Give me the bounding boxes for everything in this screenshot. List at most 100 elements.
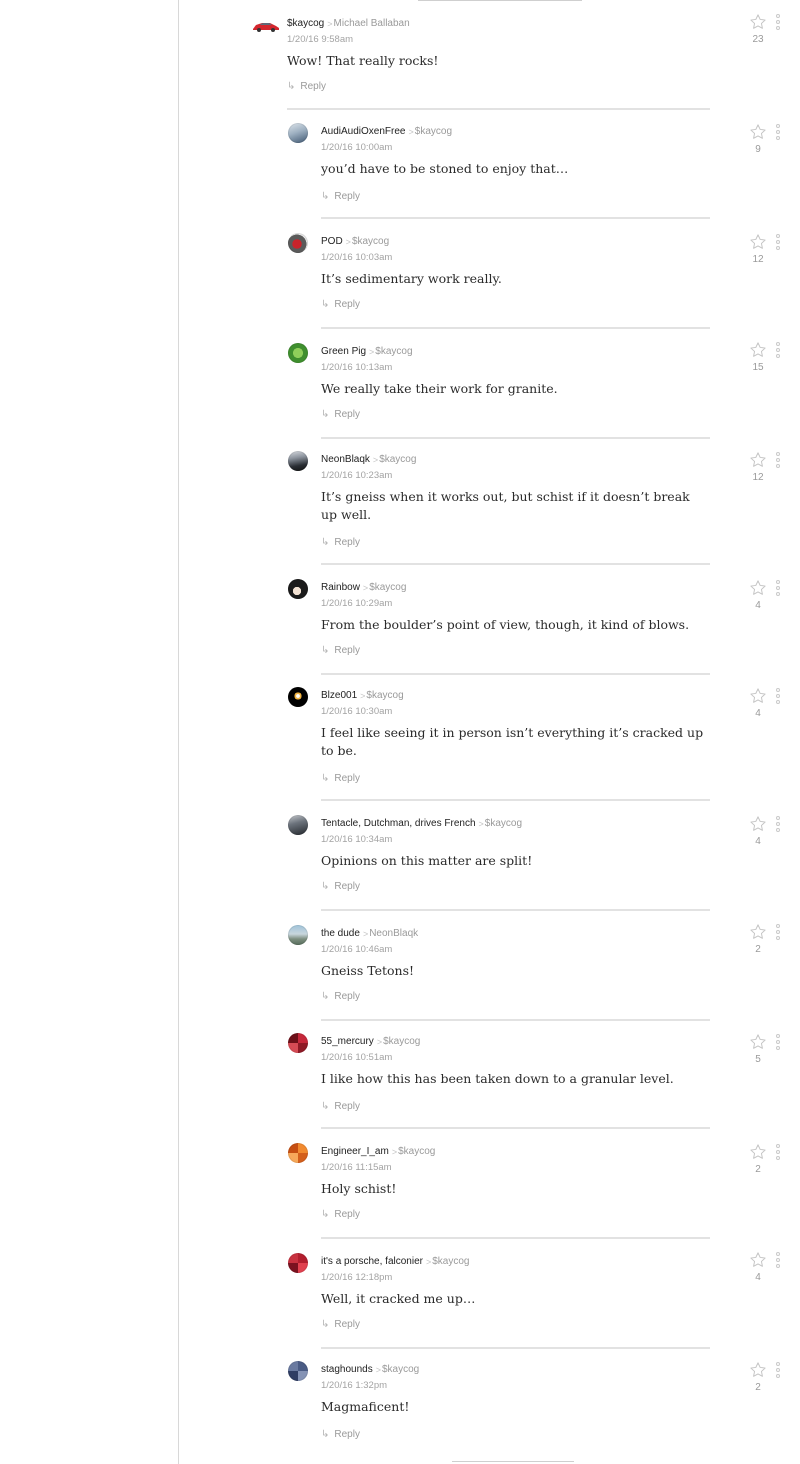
reply-button[interactable]: ↳ Reply [321,1429,360,1440]
more-menu-button[interactable] [776,580,780,598]
comment-author[interactable]: AudiAudiOxenFree [321,126,406,137]
red-pattern-avatar[interactable] [288,1033,308,1053]
comment-6: Blze001 >$kaycog 1/20/16 10:30am I feel li… [288,687,708,791]
star-button[interactable]: 23 [749,13,767,45]
comment-author[interactable]: Rainbow [321,582,360,593]
more-menu-button[interactable] [776,234,780,252]
star-button[interactable]: 4 [749,815,767,847]
reply-button[interactable]: ↳ Reply [321,537,360,548]
comment-timestamp[interactable]: 1/20/16 10:34am [321,833,522,847]
gray-car-avatar[interactable] [288,815,308,835]
star-button[interactable]: 15 [749,341,767,373]
more-menu-button[interactable] [776,816,780,834]
reply-to-user[interactable]: $kaycog [379,454,416,465]
dark-flame-avatar[interactable] [288,687,308,707]
star-button[interactable]: 2 [749,923,767,955]
dark-car-avatar[interactable] [288,451,308,471]
more-menu-button[interactable] [776,1252,780,1270]
star-button[interactable]: 12 [749,451,767,483]
reply-to-user[interactable]: $kaycog [375,346,412,357]
comment-author[interactable]: the dude [321,928,360,939]
more-menu-button[interactable] [776,924,780,942]
reply-to-user[interactable]: $kaycog [485,818,522,829]
blue-pattern-avatar[interactable] [288,1361,308,1381]
comment-author[interactable]: Blze001 [321,690,357,701]
reply-to-user[interactable]: $kaycog [382,1364,419,1375]
reply-to-user[interactable]: $kaycog [369,582,406,593]
star-button[interactable]: 2 [749,1361,767,1393]
reply-to-user[interactable]: NeonBlaqk [369,928,418,939]
more-menu-button[interactable] [776,1362,780,1380]
comment-timestamp[interactable]: 1/20/16 10:51am [321,1051,420,1065]
star-button[interactable]: 9 [749,123,767,155]
landscape-avatar[interactable] [288,925,308,945]
comment-author[interactable]: 55_mercury [321,1036,374,1047]
comment-author[interactable]: Green Pig [321,346,366,357]
comment-timestamp[interactable]: 1/20/16 10:03am [321,251,392,265]
reply-button[interactable]: ↳ Reply [287,81,326,92]
comment-timestamp[interactable]: 1/20/16 12:18pm [321,1271,469,1285]
red-car-avatar[interactable] [288,233,308,253]
reply-to-user[interactable]: $kaycog [432,1256,469,1267]
more-menu-button[interactable] [776,688,780,706]
more-menu-button[interactable] [776,342,780,360]
reply-to-user[interactable]: $kaycog [415,126,452,137]
reply-label: Reply [334,409,360,420]
red-car-avatar[interactable] [252,19,280,33]
comment-timestamp[interactable]: 1/20/16 11:15am [321,1161,435,1175]
reply-button[interactable]: ↳ Reply [321,1101,360,1112]
star-icon [750,342,766,357]
reply-to-user[interactable]: $kaycog [398,1146,435,1157]
reply-button[interactable]: ↳ Reply [321,773,360,784]
star-button[interactable]: 2 [749,1143,767,1175]
comment-author[interactable]: Tentacle, Dutchman, drives French [321,818,476,829]
comment-timestamp[interactable]: 1/20/16 10:13am [321,361,413,375]
comment-timestamp[interactable]: 1/20/16 10:30am [321,705,404,719]
reply-button[interactable]: ↳ Reply [321,645,360,656]
star-button[interactable]: 12 [749,233,767,265]
reply-button[interactable]: ↳ Reply [321,299,360,310]
more-menu-button[interactable] [776,14,780,32]
reply-arrow-icon: ↳ [321,1209,330,1220]
comment-author[interactable]: staghounds [321,1364,373,1375]
anime-avatar[interactable] [288,579,308,599]
orange-pattern-avatar[interactable] [288,1143,308,1163]
reply-button[interactable]: ↳ Reply [321,1209,360,1220]
more-menu-button[interactable] [776,1144,780,1162]
comment-author[interactable]: Engineer_I_am [321,1146,389,1157]
reply-button[interactable]: ↳ Reply [321,1319,360,1330]
star-button[interactable]: 5 [749,1033,767,1065]
star-icon [750,924,766,939]
green-pig-avatar[interactable] [288,343,308,363]
reply-button[interactable]: ↳ Reply [321,881,360,892]
reply-to-user[interactable]: $kaycog [366,690,403,701]
reply-button[interactable]: ↳ Reply [321,191,360,202]
reply-button[interactable]: ↳ Reply [321,991,360,1002]
reply-to-user[interactable]: Michael Ballaban [334,18,410,29]
star-button[interactable]: 4 [749,1251,767,1283]
star-button[interactable]: 4 [749,687,767,719]
reply-label: Reply [334,881,360,892]
comment-author[interactable]: it's a porsche, falconier [321,1256,423,1267]
reply-to-user[interactable]: $kaycog [383,1036,420,1047]
reply-to-user[interactable]: $kaycog [352,236,389,247]
comment-timestamp[interactable]: 1/20/16 10:46am [321,943,418,957]
more-menu-button[interactable] [776,124,780,142]
more-menu-button[interactable] [776,452,780,470]
like-count: 23 [752,34,764,45]
star-button[interactable]: 4 [749,579,767,611]
comment-timestamp[interactable]: 1/20/16 10:29am [321,597,406,611]
car-photo-avatar[interactable] [288,123,308,143]
comment-timestamp[interactable]: 1/20/16 9:58am [287,33,410,47]
red-pattern-avatar[interactable] [288,1253,308,1273]
comment-divider [321,327,710,329]
comment-author[interactable]: $kaycog [287,18,324,29]
comment-timestamp[interactable]: 1/20/16 10:23am [321,469,416,483]
more-menu-button[interactable] [776,1034,780,1052]
comment-timestamp[interactable]: 1/20/16 10:00am [321,141,452,155]
comment-author[interactable]: NeonBlaqk [321,454,370,465]
comment-author[interactable]: POD [321,236,343,247]
reply-button[interactable]: ↳ Reply [321,409,360,420]
comment-timestamp[interactable]: 1/20/16 1:32pm [321,1379,419,1393]
star-icon [750,14,766,29]
